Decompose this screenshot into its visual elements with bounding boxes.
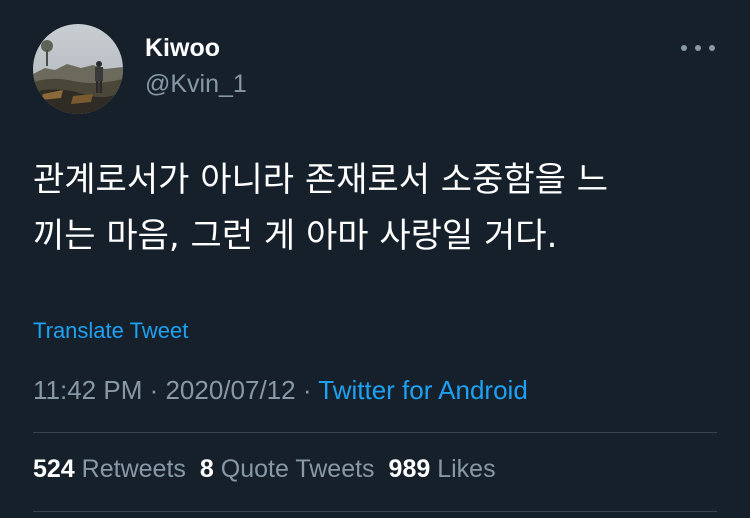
tweet-text-line-2: 끼는 마음, 그런 게 아마 사랑일 거다. xyxy=(33,216,558,256)
avatar-photo xyxy=(33,24,123,114)
more-dot xyxy=(709,45,715,51)
tweet-metadata: 11:42 PM · 2020/07/12 · Twitter for Andr… xyxy=(33,375,528,406)
more-options-icon[interactable] xyxy=(681,37,715,59)
translate-tweet-link[interactable]: Translate Tweet xyxy=(33,318,188,344)
divider xyxy=(33,432,717,433)
divider xyxy=(33,511,717,512)
more-dot xyxy=(695,45,701,51)
retweets-count: 524 xyxy=(33,455,75,483)
likes-count: 989 xyxy=(388,455,431,483)
tweet-source-link[interactable]: Twitter for Android xyxy=(318,375,528,405)
author-display-name[interactable]: Kiwoo xyxy=(145,34,220,63)
quote-tweets-label: Quote Tweets xyxy=(220,455,375,483)
quote-tweets-count: 8 xyxy=(199,455,214,483)
likes-label: Likes xyxy=(437,455,496,483)
meta-separator: · xyxy=(142,375,166,405)
tweet-date[interactable]: 2020/07/12 xyxy=(165,375,295,405)
meta-separator: · xyxy=(295,375,319,405)
author-handle[interactable]: @Kvin_1 xyxy=(145,70,247,99)
quote-tweets-stat[interactable]: 8 Quote Tweets xyxy=(200,455,375,483)
retweets-stat[interactable]: 524 Retweets xyxy=(33,455,186,483)
likes-stat[interactable]: 989 Likes xyxy=(389,455,496,483)
tweet-time[interactable]: 11:42 PM xyxy=(33,375,142,405)
avatar[interactable] xyxy=(33,24,123,114)
more-dot xyxy=(681,45,687,51)
retweets-label: Retweets xyxy=(81,455,186,483)
tweet-stats: 524 Retweets 8 Quote Tweets 989 Likes xyxy=(33,455,510,484)
tweet-text: 관계로서가 아니라 존재로서 소중함을 느 끼는 마음, 그런 게 아마 사랑일… xyxy=(33,152,713,264)
tweet-text-line-1: 관계로서가 아니라 존재로서 소중함을 느 xyxy=(33,160,608,200)
